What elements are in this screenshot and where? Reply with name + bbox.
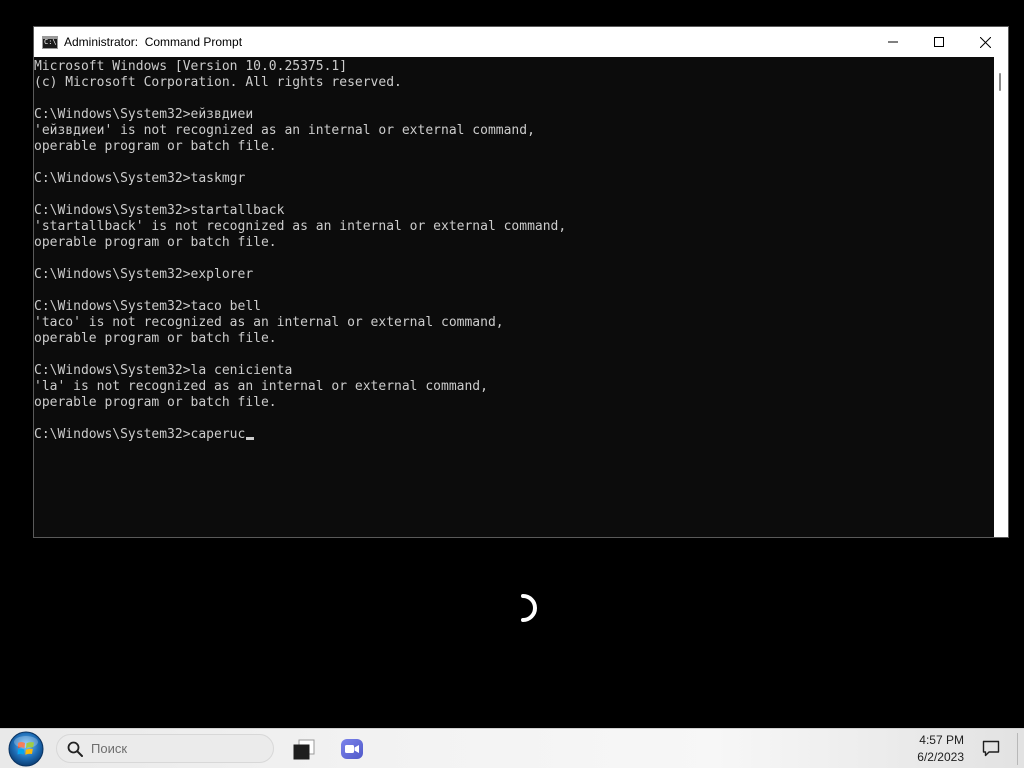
title-bar[interactable]: Administrator: Command Prompt xyxy=(34,27,1008,57)
text-cursor xyxy=(246,437,255,440)
console-line: C:\Windows\System32>ейзвдиеи xyxy=(34,107,254,122)
maximize-button[interactable] xyxy=(916,27,962,57)
window-title: Administrator: Command Prompt xyxy=(64,35,243,49)
console-line: C:\Windows\System32>startallback xyxy=(34,203,285,218)
cmd-app-icon xyxy=(42,35,58,49)
taskbar: Поиск 4:57 PM 6/2/2023 xyxy=(0,728,1024,768)
command-prompt-window[interactable]: Administrator: Command Prompt xyxy=(33,26,1009,538)
maximize-icon xyxy=(934,37,944,47)
console-line: C:\Windows\System32>explorer xyxy=(34,267,254,282)
console-line: operable program or batch file. xyxy=(34,395,277,410)
close-icon xyxy=(979,36,991,48)
taskbar-clock[interactable]: 4:57 PM 6/2/2023 xyxy=(884,732,964,766)
show-desktop-button[interactable] xyxy=(1017,733,1024,765)
search-icon xyxy=(67,741,83,757)
console-line: C:\Windows\System32>caperuc xyxy=(34,427,994,443)
search-placeholder: Поиск xyxy=(91,741,128,756)
console-output[interactable]: Microsoft Windows [Version 10.0.25375.1]… xyxy=(34,57,994,537)
console-line: C:\Windows\System32>taco bell xyxy=(34,299,261,314)
start-orb-icon[interactable] xyxy=(8,731,44,767)
console-line: 'taco' is not recognized as an internal … xyxy=(34,315,504,330)
close-button[interactable] xyxy=(962,27,1008,57)
console-line: (c) Microsoft Corporation. All rights re… xyxy=(34,75,402,90)
taskbar-search-box[interactable]: Поиск xyxy=(56,734,274,763)
clock-time: 4:57 PM xyxy=(919,733,964,747)
task-view-icon[interactable] xyxy=(292,737,316,761)
scrollbar-thumb[interactable] xyxy=(999,73,1001,91)
minimize-icon xyxy=(888,41,898,43)
desktop: Administrator: Command Prompt xyxy=(0,0,1024,728)
console-line: operable program or batch file. xyxy=(34,331,277,346)
clock-date: 6/2/2023 xyxy=(917,750,964,764)
console-line: C:\Windows\System32>la cenicienta xyxy=(34,363,293,378)
notification-icon[interactable] xyxy=(982,739,1000,757)
console-line: operable program or batch file. xyxy=(34,139,277,154)
console-line: 'ейзвдиеи' is not recognized as an inter… xyxy=(34,123,535,138)
window-controls xyxy=(870,27,1008,57)
console-line: 'la' is not recognized as an internal or… xyxy=(34,379,488,394)
console-line: Microsoft Windows [Version 10.0.25375.1] xyxy=(34,59,348,74)
console-line: operable program or batch file. xyxy=(34,235,277,250)
chat-icon[interactable] xyxy=(340,737,364,761)
console-line: C:\Windows\System32>taskmgr xyxy=(34,171,246,186)
vertical-scrollbar[interactable] xyxy=(994,57,1008,537)
minimize-button[interactable] xyxy=(870,27,916,57)
console-line: 'startallback' is not recognized as an i… xyxy=(34,219,567,234)
loading-spinner-icon xyxy=(521,594,537,622)
